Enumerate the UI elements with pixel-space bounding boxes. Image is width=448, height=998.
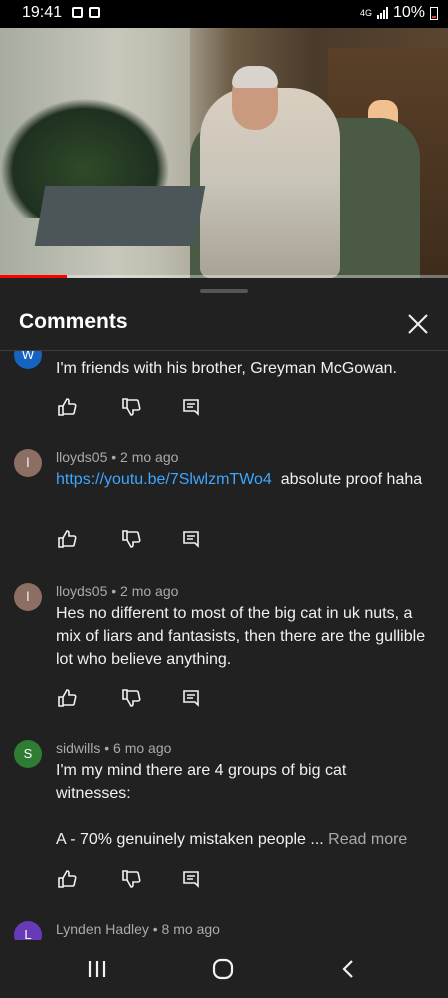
thumbs-down-icon[interactable]	[120, 396, 142, 418]
thumbs-down-icon[interactable]	[120, 528, 142, 550]
recent-apps-icon[interactable]	[84, 956, 110, 982]
thumbs-down-icon[interactable]	[120, 868, 142, 890]
video-scene-hair	[232, 66, 278, 88]
avatar[interactable]: W	[14, 351, 42, 369]
comment-text: I'm friends with his brother, Greyman Mc…	[56, 360, 397, 377]
comment-meta: lloyds05 • 2 mo ago	[56, 449, 179, 465]
comment-link[interactable]: https://youtu.be/7SlwlzmTWo4	[56, 471, 272, 488]
notification-icons	[72, 7, 100, 18]
battery-percent: 10%	[392, 4, 425, 21]
comment-meta: lloyds05 • 2 mo ago	[56, 583, 179, 599]
thumbs-up-icon[interactable]	[56, 396, 78, 418]
comments-header: Comments	[0, 302, 448, 350]
status-time: 19:41	[22, 4, 63, 21]
comment-actions	[56, 687, 216, 709]
comment-text-line2: A - 70% genuinely mistaken people ...	[56, 831, 324, 848]
reply-icon[interactable]	[180, 687, 202, 709]
comment-text: https://youtu.be/7SlwlzmTWo4 absolute pr…	[56, 468, 426, 491]
avatar[interactable]: l	[14, 449, 42, 477]
read-more-link[interactable]: Read more	[328, 831, 407, 848]
close-icon[interactable]	[404, 310, 432, 338]
comments-list[interactable]: W I'm friends with his brother, Greyman …	[0, 351, 448, 940]
comment-meta: sidwills • 6 mo ago	[56, 740, 172, 756]
home-icon[interactable]	[210, 956, 236, 982]
avatar[interactable]: S	[14, 740, 42, 768]
comment-meta: Lynden Hadley • 8 mo ago	[56, 921, 220, 937]
comment-text: I'm my mind there are 4 groups of big ca…	[56, 762, 347, 802]
status-bar: 19:41 4G 10%	[0, 0, 448, 28]
thumbs-up-icon[interactable]	[56, 528, 78, 550]
video-progress-bar[interactable]	[0, 275, 448, 278]
network-type: 4G	[359, 7, 372, 18]
comments-title: Comments	[19, 310, 128, 333]
video-player[interactable]	[0, 28, 448, 278]
signal-icon	[376, 7, 388, 19]
comment-text: Hes no different to most of the big cat …	[56, 605, 426, 668]
back-icon[interactable]	[336, 956, 362, 982]
gallery-notification-icon	[72, 7, 83, 18]
comment-actions	[56, 528, 216, 550]
comments-panel: Comments W I'm friends with his brother,…	[0, 280, 448, 940]
reply-icon[interactable]	[180, 396, 202, 418]
thumbs-up-icon[interactable]	[56, 868, 78, 890]
app-notification-icon	[89, 7, 100, 18]
thumbs-down-icon[interactable]	[120, 687, 142, 709]
system-nav-bar	[0, 940, 448, 998]
reply-icon[interactable]	[180, 868, 202, 890]
avatar[interactable]: L	[14, 921, 42, 940]
video-progress-fill	[0, 275, 68, 278]
video-scene-album	[34, 186, 206, 246]
battery-icon	[430, 6, 438, 20]
status-right: 4G 10%	[360, 4, 438, 22]
comment-actions	[56, 396, 216, 418]
thumbs-up-icon[interactable]	[56, 687, 78, 709]
comment-text-after-link: absolute proof haha	[271, 471, 423, 488]
avatar[interactable]: l	[14, 583, 42, 611]
reply-icon[interactable]	[180, 528, 202, 550]
comment-text-continued: A - 70% genuinely mistaken people ... Re…	[56, 828, 426, 851]
comment-actions	[56, 868, 216, 890]
drag-handle[interactable]	[200, 289, 248, 293]
